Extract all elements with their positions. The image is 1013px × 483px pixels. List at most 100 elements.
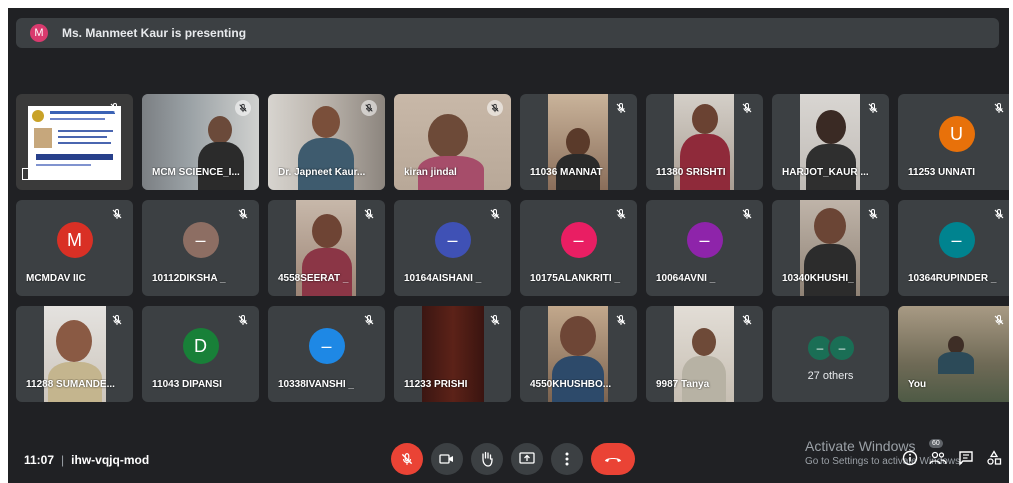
participant-tile[interactable]: 11288 SUMANDE... bbox=[16, 306, 133, 402]
mic-muted-icon bbox=[487, 206, 503, 222]
mic-muted-icon bbox=[109, 206, 125, 222]
mic-muted-icon bbox=[487, 100, 503, 116]
mic-muted-icon bbox=[991, 312, 1007, 328]
separator: | bbox=[61, 453, 65, 467]
participant-tile[interactable]: – 10338IVANSHI _ bbox=[268, 306, 385, 402]
mic-muted-icon bbox=[109, 312, 125, 328]
mic-muted-icon bbox=[739, 312, 755, 328]
mic-muted-icon bbox=[613, 100, 629, 116]
participant-name: Dr. Japneet Kaur... bbox=[278, 167, 366, 178]
presentation-thumbnail bbox=[28, 106, 121, 180]
participant-name: kiran jindal bbox=[404, 167, 457, 178]
participant-avatar: – bbox=[308, 328, 345, 364]
present-screen-icon bbox=[519, 452, 535, 464]
participant-tile[interactable]: U 11253 UNNATI bbox=[898, 94, 1009, 190]
side-panel-buttons: 60 bbox=[901, 439, 1003, 467]
self-name: You bbox=[908, 379, 927, 390]
participant-name: 10338IVANSHI _ bbox=[278, 379, 354, 390]
meet-window: M Ms. Manmeet Kaur is presenting MCM SCI… bbox=[8, 8, 1009, 483]
participant-name: 4550KHUSHBO... bbox=[530, 379, 612, 390]
participant-name: 9987 Tanya bbox=[656, 379, 710, 390]
participant-name: 4558SEERAT _ bbox=[278, 273, 349, 284]
participant-name: MCMDAV IIC bbox=[26, 273, 86, 284]
self-tile[interactable]: You bbox=[898, 306, 1009, 402]
meeting-details-button[interactable] bbox=[901, 449, 919, 467]
more-options-icon bbox=[565, 452, 569, 466]
fullscreen-icon[interactable] bbox=[22, 168, 38, 180]
call-controls bbox=[391, 443, 635, 475]
participant-tile[interactable]: – 10064AVNI _ bbox=[646, 200, 763, 296]
participant-tile[interactable]: kiran jindal bbox=[394, 94, 511, 190]
people-button[interactable]: 60 bbox=[929, 439, 947, 467]
participant-name: 11043 DIPANSI bbox=[152, 379, 222, 390]
mic-muted-icon bbox=[235, 206, 251, 222]
participant-avatar: D bbox=[182, 328, 219, 364]
participant-tile[interactable]: 11233 PRISHI bbox=[394, 306, 511, 402]
college-logo-icon bbox=[32, 110, 44, 122]
participant-tile[interactable]: M MCMDAV IIC bbox=[16, 200, 133, 296]
participant-name: 10064AVNI _ bbox=[656, 273, 716, 284]
mic-muted-icon bbox=[235, 100, 251, 116]
participant-tile[interactable]: 4550KHUSHBO... bbox=[520, 306, 637, 402]
participant-tile[interactable]: – 10175ALANKRITI _ bbox=[520, 200, 637, 296]
mic-muted-icon bbox=[613, 206, 629, 222]
participant-name: 10364RUPINDER _ bbox=[908, 273, 997, 284]
mic-muted-icon bbox=[991, 100, 1007, 116]
activities-icon bbox=[987, 450, 1002, 465]
participant-name: HARJOT_KAUR ... bbox=[782, 167, 869, 178]
participant-tile-presentation[interactable] bbox=[16, 94, 133, 190]
participant-tile[interactable]: 4558SEERAT _ bbox=[268, 200, 385, 296]
participant-tile[interactable]: 9987 Tanya bbox=[646, 306, 763, 402]
mic-muted-icon bbox=[739, 100, 755, 116]
mic-off-icon bbox=[401, 453, 413, 465]
others-avatars: – – bbox=[806, 334, 856, 362]
mic-muted-icon bbox=[991, 206, 1007, 222]
end-call-icon bbox=[605, 458, 621, 462]
others-tile[interactable]: – – 27 others bbox=[772, 306, 889, 402]
info-icon bbox=[902, 450, 918, 466]
participant-tile[interactable]: – 10112DIKSHA _ bbox=[142, 200, 259, 296]
present-screen-button[interactable] bbox=[511, 443, 543, 475]
participant-tile[interactable]: MCM SCIENCE_I... bbox=[142, 94, 259, 190]
mic-toggle-button[interactable] bbox=[391, 443, 423, 475]
more-options-button[interactable] bbox=[551, 443, 583, 475]
bottom-bar: 11:07 | ihw-vqjq-mod Activate Windows Go… bbox=[8, 433, 1009, 483]
participant-tile[interactable]: – 10364RUPINDER _ bbox=[898, 200, 1009, 296]
participant-tile[interactable]: HARJOT_KAUR ... bbox=[772, 94, 889, 190]
participant-tile[interactable]: – 10164AISHANI _ bbox=[394, 200, 511, 296]
mic-muted-icon bbox=[739, 206, 755, 222]
mic-muted-icon bbox=[865, 100, 881, 116]
raise-hand-icon bbox=[482, 451, 493, 467]
others-avatar: – bbox=[828, 334, 856, 362]
participant-name: 10340KHUSHI_ bbox=[782, 273, 854, 284]
participant-tile[interactable]: 11036 MANNAT bbox=[520, 94, 637, 190]
meeting-code[interactable]: ihw-vqjq-mod bbox=[71, 453, 149, 467]
mic-muted-icon bbox=[361, 206, 377, 222]
end-call-button[interactable] bbox=[591, 443, 635, 475]
participant-tile[interactable]: 11380 SRISHTI bbox=[646, 94, 763, 190]
participant-avatar: – bbox=[938, 222, 975, 258]
mic-muted-icon bbox=[487, 312, 503, 328]
participant-count-badge: 60 bbox=[929, 439, 943, 448]
chat-icon bbox=[959, 451, 973, 466]
participant-name: 11380 SRISHTI bbox=[656, 167, 726, 178]
mic-muted-icon bbox=[613, 312, 629, 328]
mic-muted-icon bbox=[361, 312, 377, 328]
participant-tile[interactable]: D 11043 DIPANSI bbox=[142, 306, 259, 402]
participant-tile[interactable]: 10340KHUSHI_ bbox=[772, 200, 889, 296]
participant-name: 11233 PRISHI bbox=[404, 379, 468, 390]
participant-name: 11036 MANNAT bbox=[530, 167, 603, 178]
mic-muted-icon bbox=[235, 312, 251, 328]
meeting-info: 11:07 | ihw-vqjq-mod bbox=[24, 453, 149, 467]
chat-button[interactable] bbox=[957, 449, 975, 467]
raise-hand-button[interactable] bbox=[471, 443, 503, 475]
camera-toggle-button[interactable] bbox=[431, 443, 463, 475]
participant-avatar: U bbox=[938, 116, 975, 152]
activities-button[interactable] bbox=[985, 449, 1003, 467]
participant-name: MCM SCIENCE_I... bbox=[152, 167, 240, 178]
participant-tile[interactable]: Dr. Japneet Kaur... bbox=[268, 94, 385, 190]
presenting-banner[interactable]: M Ms. Manmeet Kaur is presenting bbox=[16, 18, 999, 48]
participant-name: 11288 SUMANDE... bbox=[26, 379, 115, 390]
presenter-avatar: M bbox=[30, 24, 48, 42]
mic-muted-icon bbox=[865, 206, 881, 222]
